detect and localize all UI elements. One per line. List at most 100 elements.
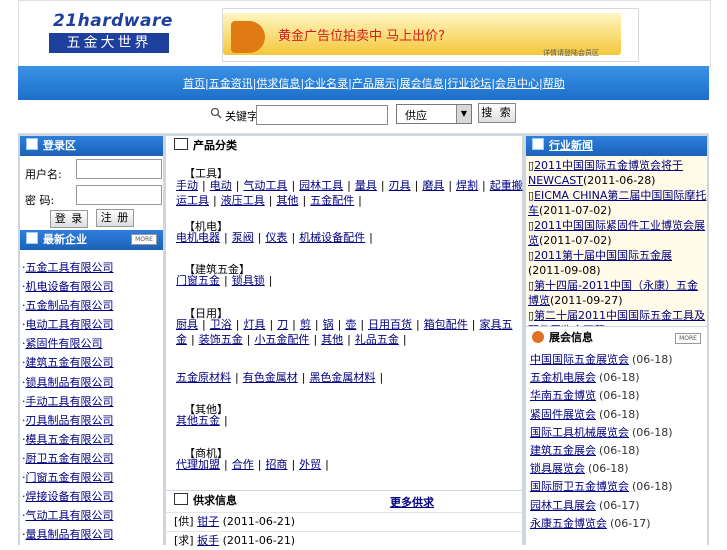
news-link[interactable]: 2011第十届中国国际五金展 [534,249,672,262]
category-link[interactable]: 其他五金 [176,414,220,427]
category-link[interactable]: 量具 [355,179,377,192]
category-link[interactable]: 五金配件 [310,194,354,207]
category-link[interactable]: 其他 [321,333,343,346]
category-link[interactable]: 仪表 [265,231,287,244]
category-link[interactable]: 卫浴 [210,318,232,331]
category-link[interactable]: 刀 [277,318,288,331]
search-button[interactable]: 搜 索 [478,103,516,123]
latest-item: ·五金制品有限公司 [20,296,163,315]
category-link[interactable]: 灯具 [243,318,265,331]
expo-link[interactable]: 国际工具机械展览会 [530,426,629,439]
expo-link[interactable]: 建筑五金展会 [530,444,596,457]
nav-item[interactable]: 首页 [183,77,205,90]
banner-text: 黄金广告位拍卖中 马上出价? [278,29,446,44]
nav-item[interactable]: 帮助 [543,77,565,90]
link-separator: | [482,179,486,192]
news-title[interactable]: 行业新闻 [549,139,593,152]
header: 21hardware 五金大世界 黄金广告位拍卖中 马上出价? 详情请登陆会员区 [18,0,711,68]
category-link[interactable]: 手动 [176,179,198,192]
username-input[interactable] [76,159,162,179]
category-link[interactable]: 有色金属材 [243,371,298,384]
category-link[interactable]: 剪 [300,318,311,331]
nav-item[interactable]: 企业名录 [304,77,348,90]
category-link[interactable]: 锁具锁 [232,274,265,287]
password-input[interactable] [76,185,162,205]
category-link[interactable]: 磨具 [422,179,444,192]
nav-item[interactable]: 产品展示 [352,77,396,90]
expo-link[interactable]: 永康五金博览会 [530,517,607,530]
latest-link[interactable]: 电动工具有限公司 [26,318,114,331]
search-type-select[interactable]: 供应 ▼ [396,104,472,124]
latest-item: ·机电设备有限公司 [20,277,163,296]
category-link[interactable]: 气动工具 [243,179,287,192]
latest-link[interactable]: 厨卫五金有限公司 [26,452,114,465]
latest-link[interactable]: 刃具制品有限公司 [26,414,114,427]
category-link[interactable]: 厨具 [176,318,198,331]
category-link[interactable]: 机械设备配件 [299,231,365,244]
expo-link[interactable]: 华南五金博览 [530,389,596,402]
nav-item[interactable]: 会员中心 [495,77,539,90]
search-input[interactable] [256,105,388,125]
latest-item: ·五金工具有限公司 [20,258,163,277]
latest-link[interactable]: 锁具制品有限公司 [26,376,114,389]
latest-more-button[interactable]: MORE [131,234,157,245]
expo-link[interactable]: 园林工具展会 [530,499,596,512]
site-logo[interactable]: 21hardware 五金大世界 [49,11,172,53]
register-button[interactable]: 注 册 [96,209,134,227]
latest-link[interactable]: 五金制品有限公司 [26,299,114,312]
category-link[interactable]: 合作 [232,458,254,471]
latest-link[interactable]: 机电设备有限公司 [26,280,114,293]
latest-link[interactable]: 模具五金有限公司 [26,433,114,446]
nav-item[interactable]: 供求信息 [256,77,300,90]
news-item: ▯2011中国国际五金博览会将于NEWCAST(2011-06-28) [528,158,707,188]
expo-link[interactable]: 五金机电展会 [530,371,596,384]
category-link[interactable]: 泵阀 [232,231,254,244]
category-link[interactable]: 小五金配件 [254,333,309,346]
link-separator: | [257,458,262,471]
link-separator: | [202,318,206,331]
nav-item[interactable]: 五金资讯 [209,77,253,90]
expo-link[interactable]: 国际厨卫五金博览会 [530,480,629,493]
category-link[interactable]: 焊割 [456,179,478,192]
category-link[interactable]: 电动 [210,179,232,192]
category-link[interactable]: 刃具 [389,179,411,192]
category-link[interactable]: 壶 [345,318,356,331]
category-link[interactable]: 礼品五金 [355,333,399,346]
category-link[interactable]: 装饰五金 [199,333,243,346]
ad-banner[interactable]: 黄金广告位拍卖中 马上出价? 详情请登陆会员区 [222,8,639,62]
category-link[interactable]: 黑色金属材料 [309,371,375,384]
category-link[interactable]: 日用百货 [368,318,412,331]
supply-link[interactable]: 钳子 [197,515,219,528]
category-link[interactable]: 液压工具 [221,194,265,207]
expo-date: (06-18) [599,443,640,457]
category-link[interactable]: 代理加盟 [176,458,220,471]
nav-item[interactable]: 展会信息 [400,77,444,90]
latest-link[interactable]: 手动工具有限公司 [26,395,114,408]
category-link[interactable]: 招商 [265,458,287,471]
latest-link[interactable]: 门窗五金有限公司 [26,471,114,484]
latest-link[interactable]: 五金工具有限公司 [26,261,114,274]
latest-link[interactable]: 气动工具有限公司 [26,509,114,522]
category-link[interactable]: 园林工具 [299,179,343,192]
nav-item[interactable]: 行业论坛 [447,77,491,90]
category-link[interactable]: 电机电器 [176,231,220,244]
category-link[interactable]: 箱包配件 [424,318,468,331]
expo-more-button[interactable]: MORE [675,333,701,344]
latest-link[interactable]: 焊接设备有限公司 [26,490,114,503]
news-date: (2011-07-02) [539,204,612,217]
supply-more-link[interactable]: 更多供求 [390,494,434,510]
expo-link[interactable]: 紧固件展览会 [530,408,596,421]
login-button[interactable]: 登 录 [50,210,88,228]
latest-link[interactable]: 量具制品有限公司 [26,528,114,541]
category-link[interactable]: 五金原材料 [176,371,231,384]
chevron-down-icon[interactable]: ▼ [456,105,471,123]
supply-link[interactable]: 扳手 [197,534,219,547]
category-link[interactable]: 门窗五金 [176,274,220,287]
category-link[interactable]: 其他 [276,194,298,207]
category-link[interactable]: 锅 [323,318,334,331]
expo-link[interactable]: 中国国际五金展览会 [530,353,629,366]
latest-link[interactable]: 紧固件有限公司 [26,337,103,350]
expo-link[interactable]: 锁具展览会 [530,462,585,475]
latest-link[interactable]: 建筑五金有限公司 [26,356,114,369]
category-link[interactable]: 外贸 [299,458,321,471]
